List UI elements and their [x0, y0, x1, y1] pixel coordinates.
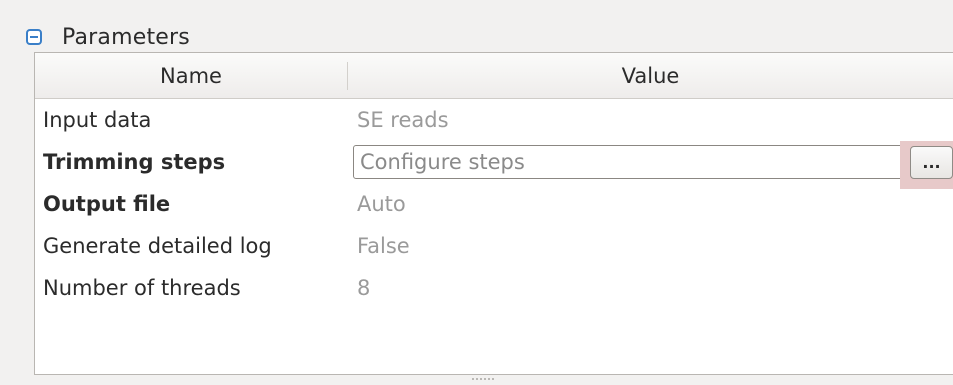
table-row[interactable]: Trimming steps ...: [35, 141, 953, 189]
param-value-output-file[interactable]: Auto: [357, 183, 406, 225]
table-row[interactable]: Output file Auto: [35, 183, 953, 225]
table-row[interactable]: Generate detailed log False: [35, 225, 953, 267]
parameters-table: Name Value Input data SE reads Trimming …: [34, 52, 953, 375]
param-name-generate-detailed-log: Generate detailed log: [43, 234, 272, 258]
parameters-panel: Parameters Name Value Input data SE read…: [0, 0, 953, 385]
table-row[interactable]: Input data SE reads: [35, 99, 953, 141]
param-name-trimming-steps: Trimming steps: [43, 150, 226, 174]
table-row[interactable]: Number of threads 8: [35, 267, 953, 309]
column-header-name[interactable]: Name: [35, 53, 347, 98]
resize-grip-handle[interactable]: [472, 378, 494, 382]
collapse-icon[interactable]: [26, 29, 42, 45]
param-name-output-file: Output file: [43, 192, 171, 216]
group-title: Parameters: [62, 24, 190, 50]
param-value-generate-detailed-log[interactable]: False: [357, 225, 410, 267]
column-header-value[interactable]: Value: [348, 53, 953, 98]
configure-steps-button[interactable]: ...: [910, 146, 953, 179]
table-header: Name Value: [35, 53, 953, 99]
param-name-input-data: Input data: [43, 108, 152, 132]
param-name-number-of-threads: Number of threads: [43, 276, 241, 300]
parameters-group-header[interactable]: Parameters: [26, 22, 190, 52]
param-value-input-data[interactable]: SE reads: [357, 99, 449, 141]
trimming-steps-input[interactable]: [353, 145, 905, 179]
param-value-number-of-threads[interactable]: 8: [357, 267, 370, 309]
